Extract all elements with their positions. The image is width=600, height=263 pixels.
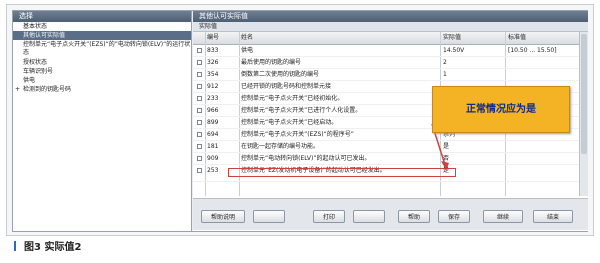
nav-item-label: 供电 (23, 77, 36, 84)
nav-item-power-supply[interactable]: 供电 (13, 76, 191, 85)
blank-button[interactable] (353, 210, 385, 223)
scrollbar-thumb[interactable] (581, 34, 587, 154)
expand-icon[interactable]: + (15, 85, 20, 94)
table-row[interactable]: 181 在钥匙一起存储的编号功能。 是 (193, 141, 588, 153)
table-row[interactable]: 326 最后使用的钥匙的编号 2 (193, 57, 588, 69)
row-checkbox[interactable] (197, 156, 202, 161)
print-button[interactable]: 打印 (313, 210, 345, 223)
row-name: 已经开锁的钥匙号码和控制单元接 (241, 83, 332, 90)
callout-note: 正常情况应为是 (432, 86, 570, 133)
right-panel-header: 其他认可实际值 (193, 11, 588, 22)
row-name: 控制单元“电动转向锁(ELV)”的起动认可已发出。 (241, 155, 371, 162)
row-name: 倒数第二次使用的钥匙的编号 (241, 71, 320, 78)
column-header-value[interactable]: 实际值 (443, 32, 461, 44)
nav-item-label: 车辆识别号 (23, 68, 54, 75)
right-panel-subheader: 实际值 (193, 22, 588, 32)
highlight-box (228, 168, 456, 177)
row-value: 2 (443, 59, 447, 66)
row-checkbox[interactable] (197, 144, 202, 149)
row-name: 控制单元“电子点火开关”已经初始化。 (241, 95, 344, 102)
vertical-scrollbar[interactable] (579, 32, 588, 196)
table-header: 编号 姓名 实际值 标准值 (193, 32, 588, 45)
row-standard: [10.50 ... 15.50] (508, 47, 557, 54)
row-name: 最后使用的钥匙的编号 (241, 59, 302, 66)
row-checkbox[interactable] (197, 120, 202, 125)
row-id: 899 (207, 119, 219, 126)
table-row-highlighted[interactable]: 909 控制单元“电动转向锁(ELV)”的起动认可已发出。 否 (193, 153, 588, 165)
row-value: 是 (443, 143, 450, 150)
row-value: 1 (443, 71, 447, 78)
row-id: 909 (207, 155, 219, 162)
help-text-button[interactable]: 帮助说明 (201, 210, 245, 223)
row-checkbox[interactable] (197, 60, 202, 65)
column-header-standard[interactable]: 标准值 (508, 32, 526, 44)
column-header-name[interactable]: 姓名 (241, 32, 253, 44)
row-name: 供电 (241, 47, 254, 54)
button-bar: 帮助说明 打印 帮助 保存 继续 结束 (193, 198, 588, 230)
nav-item-label: 其他认可实际值 (23, 32, 66, 39)
row-name: 在钥匙一起存储的编号功能。 (241, 143, 320, 150)
row-id: 966 (207, 107, 219, 114)
left-panel: 选择 基本状态 其他认可实际值 控制单元“电子点火开关”(EZS)“的”电动转向… (13, 11, 192, 231)
row-name: 控制单元“电子点火开关”已进行个人化设置。 (241, 107, 362, 114)
nav-item-vin[interactable]: 车辆识别号 (13, 67, 191, 76)
help-button[interactable]: 帮助 (398, 210, 430, 223)
nav-item-label: 授权状态 (23, 59, 48, 66)
row-checkbox[interactable] (197, 96, 202, 101)
row-checkbox[interactable] (197, 132, 202, 137)
row-id: 833 (207, 47, 219, 54)
table-row[interactable]: 354 倒数第二次使用的钥匙的编号 1 (193, 69, 588, 81)
row-checkbox[interactable] (197, 48, 202, 53)
row-id: 912 (207, 83, 219, 90)
row-name: 控制单元“电子点火开关”(EZS)“的程序号” (241, 131, 354, 138)
row-value: 否 (443, 155, 450, 162)
row-id: 354 (207, 71, 219, 78)
nav-item-ezs-elv-status[interactable]: 控制单元“电子点火开关”(EZS)“的”电动转向锁(ELV)“的运行状态 (13, 40, 191, 58)
row-checkbox[interactable] (197, 168, 202, 173)
continue-button[interactable]: 继续 (483, 210, 523, 223)
row-id: 694 (207, 131, 219, 138)
end-button[interactable]: 结束 (533, 210, 573, 223)
nav-item-label: 控制单元“电子点火开关”(EZS)“的”电动转向锁(ELV)“的运行状态 (23, 41, 191, 56)
caption-bar (14, 241, 16, 251)
nav-item-label: 检测到的钥匙号码 (23, 86, 72, 93)
figure-caption: 图3 实际值2 (14, 241, 81, 254)
nav-item-label: 基本状态 (23, 23, 48, 30)
caption-text: 图3 实际值2 (24, 242, 82, 253)
nav-item-basic-status[interactable]: 基本状态 (13, 22, 191, 31)
row-checkbox[interactable] (197, 72, 202, 77)
nav-item-detected-key-numbers[interactable]: + 检测到的钥匙号码 (13, 85, 191, 94)
row-checkbox[interactable] (197, 84, 202, 89)
row-name: 控制单元“电子点火开关”已经启动。 (241, 119, 338, 126)
nav-item-other-actual-values[interactable]: 其他认可实际值 (13, 31, 191, 40)
row-checkbox[interactable] (197, 108, 202, 113)
save-button[interactable]: 保存 (438, 210, 470, 223)
row-value: 14.50V (443, 47, 465, 54)
row-id: 253 (207, 167, 219, 174)
nav-item-authorization-status[interactable]: 授权状态 (13, 58, 191, 67)
blank-button[interactable] (253, 210, 285, 223)
left-panel-header: 选择 (13, 11, 191, 22)
row-id: 181 (207, 143, 219, 150)
row-id: 233 (207, 95, 219, 102)
row-id: 326 (207, 59, 219, 66)
table-row[interactable]: 833 供电 14.50V [10.50 ... 15.50] (193, 45, 588, 57)
column-header-id[interactable]: 编号 (207, 32, 219, 44)
